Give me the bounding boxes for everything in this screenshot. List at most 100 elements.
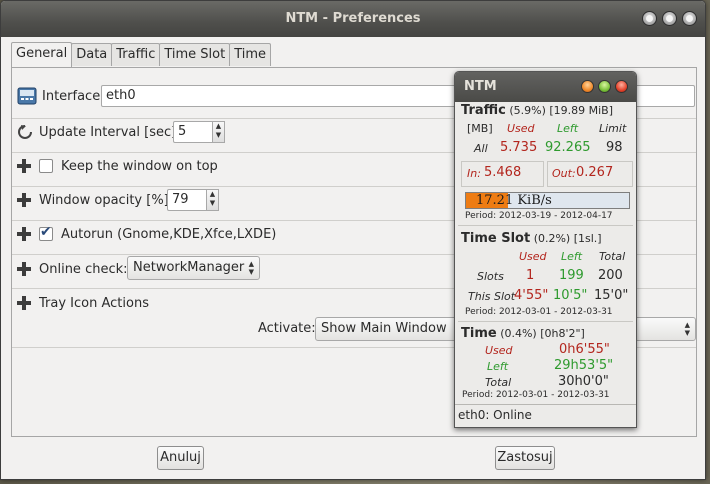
time-percent: (0.4%) <box>500 327 537 340</box>
ntm-minimize-button[interactable] <box>581 80 594 93</box>
timeslot-slots-left: 199 <box>559 268 584 283</box>
timeslot-this-total: 15'0" <box>594 288 629 303</box>
interface-row: Interface: <box>17 83 105 109</box>
spin-arrows-icon[interactable]: ▲ ▼ <box>207 189 219 211</box>
online-check-value: NetworkManager <box>133 260 245 275</box>
minimize-button[interactable] <box>642 11 657 26</box>
timeslot-this-used: 4'55" <box>514 288 549 303</box>
close-button[interactable] <box>682 11 697 26</box>
tab-time-slot[interactable]: Time Slot <box>159 43 231 66</box>
ntm-popup: NTM Traffic (5.9%) [19.89 MiB] [MB] Used… <box>454 71 637 428</box>
online-check-row: Online check: <box>17 256 128 282</box>
time-period: Period: 2012-03-01 - 2012-03-31 <box>462 390 610 400</box>
traffic-speed-value: 17.21 KiB/s <box>476 193 552 208</box>
update-interval-value[interactable]: 5 <box>173 121 213 143</box>
update-interval-label: Update Interval [sec]: <box>39 124 181 140</box>
timeslot-this-label: This Slot <box>468 290 516 303</box>
update-interval-spinner[interactable]: 5 ▲ ▼ <box>173 121 225 143</box>
update-interval-row: Update Interval [sec]: <box>17 119 181 145</box>
traffic-limit-value: 98 <box>606 140 623 155</box>
maximize-button[interactable] <box>662 11 677 26</box>
tab-data[interactable]: Data <box>71 43 113 66</box>
timeslot-used-header: Used <box>519 250 547 263</box>
autorun-row: Autorun (Gnome,KDE,Xfce,LXDE) <box>17 221 276 247</box>
time-left-value: 29h53'5" <box>554 358 614 373</box>
traffic-left-value: 92.265 <box>545 140 591 155</box>
time-left-label: Left <box>487 360 509 373</box>
tab-bar: General Data Traffic Time Slot Time <box>11 42 272 67</box>
expand-icon[interactable] <box>17 227 31 241</box>
timeslot-heading: Time Slot <box>461 231 531 246</box>
opacity-value[interactable]: 79 <box>167 189 207 211</box>
network-icon <box>17 86 37 106</box>
separator <box>458 321 633 322</box>
timeslot-slots-total: 200 <box>598 268 623 283</box>
timeslot-percent: (0.2%) <box>533 232 571 245</box>
traffic-total: [19.89 MiB] <box>549 104 614 117</box>
time-used-value: 0h6'55" <box>559 342 610 357</box>
opacity-spinner[interactable]: 79 ▲ ▼ <box>167 189 219 211</box>
traffic-all-label: All <box>474 142 488 155</box>
separator <box>455 404 636 405</box>
traffic-left-header: Left <box>557 122 579 135</box>
autorun-checkbox[interactable] <box>39 224 53 241</box>
window-title: NTM - Preferences <box>285 11 421 26</box>
keep-on-top-row: Keep the window on top <box>17 153 218 179</box>
timeslot-this-left: 10'5" <box>553 288 588 303</box>
time-used-label: Used <box>485 344 513 357</box>
spin-arrows-icon[interactable]: ▲ ▼ <box>213 121 225 143</box>
opacity-label: Window opacity [%]: <box>39 192 174 208</box>
keep-on-top-checkbox[interactable] <box>39 159 53 173</box>
tab-traffic[interactable]: Traffic <box>111 43 161 66</box>
expand-icon[interactable] <box>17 262 31 276</box>
apply-button[interactable]: Zastosuj <box>495 446 555 470</box>
ntm-title-bar[interactable]: NTM <box>455 72 636 102</box>
timeslot-left-header: Left <box>561 250 583 263</box>
expand-icon[interactable] <box>17 159 31 173</box>
autorun-label: Autorun (Gnome,KDE,Xfce,LXDE) <box>61 226 277 242</box>
traffic-out-value: 0.267 <box>576 165 614 180</box>
traffic-limit-header: Limit <box>599 122 627 135</box>
traffic-heading: Traffic <box>461 103 506 118</box>
time-total-value: 30h0'0" <box>558 374 609 389</box>
tray-actions-label: Tray Icon Actions <box>39 295 149 311</box>
expand-icon[interactable] <box>17 193 31 207</box>
activate-label: Activate: <box>258 321 316 336</box>
timeslot-total-header: Total <box>599 250 626 263</box>
traffic-out-label: Out: <box>552 167 576 180</box>
ntm-close-button[interactable] <box>615 80 628 93</box>
ntm-title: NTM <box>464 79 497 94</box>
online-check-select[interactable]: NetworkManager ▲ ▼ <box>127 256 260 280</box>
cancel-button[interactable]: Anuluj <box>157 446 204 470</box>
traffic-in-label: In: <box>467 167 481 180</box>
ntm-maximize-button[interactable] <box>598 80 611 93</box>
refresh-icon <box>17 124 33 140</box>
traffic-speed-bar: 17.21 KiB/s <box>465 192 630 209</box>
timeslot-slots-label: Slots <box>477 270 504 283</box>
activate-value: Show Main Window <box>321 321 447 336</box>
traffic-unit: [MB] <box>467 122 493 135</box>
tab-time[interactable]: Time <box>229 43 272 66</box>
separator <box>458 225 633 226</box>
time-info: [0h8'2"] <box>540 327 585 340</box>
timeslot-info: [1sl.] <box>573 232 602 245</box>
traffic-percent: (5.9%) <box>509 104 546 117</box>
keep-on-top-label: Keep the window on top <box>61 158 218 174</box>
combo-arrows-icon: ▲ ▼ <box>684 321 690 337</box>
opacity-row: Window opacity [%]: <box>17 187 173 213</box>
tab-general[interactable]: General <box>11 42 73 67</box>
time-heading: Time <box>461 326 497 341</box>
interface-label: Interface: <box>42 88 105 104</box>
title-bar[interactable]: NTM - Preferences <box>1 1 705 37</box>
timeslot-period: Period: 2012-03-01 - 2012-03-31 <box>465 307 613 317</box>
timeslot-slots-used: 1 <box>526 268 535 283</box>
combo-arrows-icon: ▲ ▼ <box>248 260 254 276</box>
traffic-period: Period: 2012-03-19 - 2012-04-17 <box>465 211 613 221</box>
online-check-label: Online check: <box>39 261 128 277</box>
traffic-used-value: 5.735 <box>500 140 538 155</box>
connection-status: eth0: Online <box>458 408 532 422</box>
time-total-label: Total <box>485 376 512 389</box>
expand-icon[interactable] <box>17 296 31 310</box>
tray-actions-row: Tray Icon Actions <box>17 290 149 316</box>
traffic-in-value: 5.468 <box>484 165 522 180</box>
